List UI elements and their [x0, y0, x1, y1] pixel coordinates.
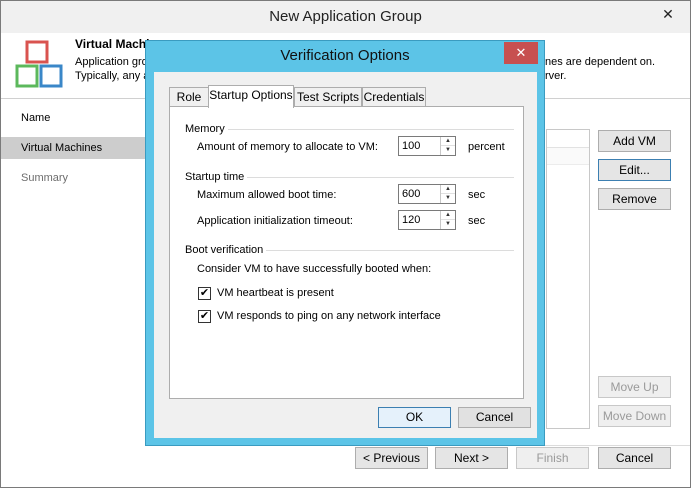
vm-list-header — [547, 130, 589, 148]
nav-item-name[interactable]: Name — [1, 107, 147, 129]
cancel-button[interactable]: Cancel — [598, 447, 671, 469]
move-up-button[interactable]: Move Up — [598, 376, 671, 398]
init-timeout-stepper[interactable]: 120 ▲ ▼ — [398, 210, 456, 230]
main-close-icon[interactable]: ✕ — [654, 3, 682, 25]
memory-value: 100 — [402, 140, 421, 152]
boot-time-value: 600 — [402, 188, 421, 200]
main-title: New Application Group — [269, 8, 422, 25]
spin-down-icon[interactable]: ▼ — [441, 194, 455, 203]
init-timeout-value: 120 — [402, 214, 421, 226]
spin-down-icon[interactable]: ▼ — [441, 220, 455, 229]
nav-item-virtual-machines[interactable]: Virtual Machines — [1, 137, 147, 159]
boot-time-unit: sec — [468, 189, 486, 201]
tab-test-scripts[interactable]: Test Scripts — [294, 87, 362, 106]
next-button[interactable]: Next > — [435, 447, 508, 469]
boot-time-label: Maximum allowed boot time: — [197, 189, 337, 201]
memory-label: Amount of memory to allocate to VM: — [197, 141, 378, 153]
verification-options-dialog: Verification Options ✕ Role Startup Opti… — [145, 40, 545, 446]
main-titlebar[interactable]: New Application Group ✕ — [1, 1, 690, 33]
init-timeout-stepper-arrows: ▲ ▼ — [440, 211, 455, 229]
vm-list[interactable] — [546, 129, 590, 429]
vm-list-row[interactable] — [547, 148, 589, 165]
wizard-steps-nav: Name Virtual Machines Summary — [1, 99, 147, 447]
finish-button[interactable]: Finish — [516, 447, 589, 469]
add-vm-button[interactable]: Add VM — [598, 130, 671, 152]
startup-options-panel: Memory Amount of memory to allocate to V… — [169, 106, 524, 399]
previous-button[interactable]: < Previous — [355, 447, 428, 469]
tab-role[interactable]: Role — [169, 87, 209, 106]
memory-group-line — [218, 129, 514, 130]
tab-credentials[interactable]: Credentials — [362, 87, 426, 106]
move-down-button[interactable]: Move Down — [598, 405, 671, 427]
boot-time-stepper[interactable]: 600 ▲ ▼ — [398, 184, 456, 204]
dialog-cancel-button[interactable]: Cancel — [458, 407, 531, 428]
memory-unit: percent — [468, 141, 505, 153]
spin-up-icon[interactable]: ▲ — [441, 137, 455, 146]
remove-button[interactable]: Remove — [598, 188, 671, 210]
application-group-icon — [15, 40, 63, 88]
memory-group-label: Memory — [185, 123, 228, 135]
boot-verification-group-line — [264, 250, 514, 251]
memory-stepper-arrows: ▲ ▼ — [440, 137, 455, 155]
nav-item-summary[interactable]: Summary — [1, 167, 147, 189]
header-description-line1: Application gro — [75, 56, 148, 68]
init-timeout-unit: sec — [468, 215, 486, 227]
edit-button[interactable]: Edit... — [598, 159, 671, 181]
ping-checkbox[interactable]: ✔ — [198, 310, 211, 323]
ping-label[interactable]: VM responds to ping on any network inter… — [217, 310, 441, 322]
startup-time-group-line — [240, 177, 514, 178]
header-description-line2-tail: rver. — [545, 70, 567, 82]
dialog-title: Verification Options — [280, 47, 410, 64]
spin-up-icon[interactable]: ▲ — [441, 185, 455, 194]
tab-startup-options[interactable]: Startup Options — [208, 85, 294, 108]
boot-time-stepper-arrows: ▲ ▼ — [440, 185, 455, 203]
spin-up-icon[interactable]: ▲ — [441, 211, 455, 220]
memory-stepper[interactable]: 100 ▲ ▼ — [398, 136, 456, 156]
spin-down-icon[interactable]: ▼ — [441, 146, 455, 155]
dialog-client-area: Role Startup Options Test Scripts Creden… — [154, 72, 537, 438]
heartbeat-label[interactable]: VM heartbeat is present — [217, 287, 334, 299]
ok-button[interactable]: OK — [378, 407, 451, 428]
heartbeat-checkbox[interactable]: ✔ — [198, 287, 211, 300]
boot-verification-intro: Consider VM to have successfully booted … — [197, 263, 432, 275]
header-description-line2: Typically, any a — [75, 70, 150, 82]
init-timeout-label: Application initialization timeout: — [197, 215, 353, 227]
dialog-close-icon[interactable]: ✕ — [504, 42, 538, 64]
startup-time-group-label: Startup time — [185, 171, 248, 183]
header-description-line1-tail: nes are dependent on. — [545, 56, 656, 68]
boot-verification-group-label: Boot verification — [185, 244, 267, 256]
